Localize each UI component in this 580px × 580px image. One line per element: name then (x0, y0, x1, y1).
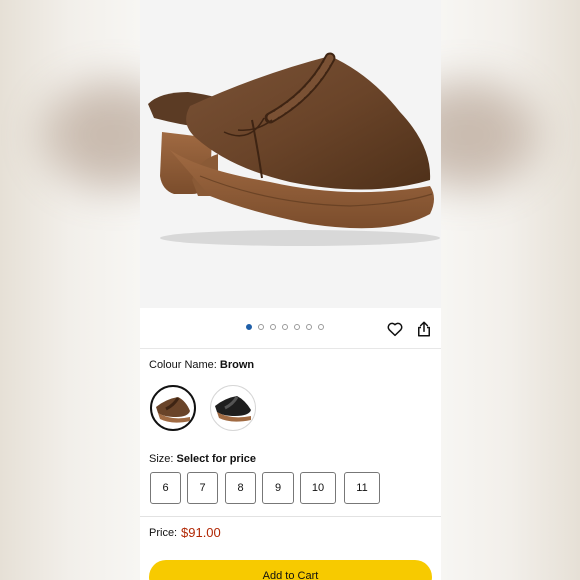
carousel-dots (246, 324, 324, 330)
black-clog-thumbnail (215, 396, 251, 422)
carousel-dot[interactable] (258, 324, 264, 330)
colour-name-label: Colour Name: Brown (149, 359, 254, 371)
colour-label-text: Colour Name: (149, 359, 217, 371)
carousel-dot[interactable] (306, 324, 312, 330)
swatch-brown[interactable] (150, 385, 196, 431)
carousel-dot[interactable] (282, 324, 288, 330)
size-option-8[interactable]: 8 (225, 472, 256, 504)
size-label: Size: Select for price (149, 453, 256, 465)
heart-icon[interactable] (386, 320, 404, 338)
size-prompt: Select for price (176, 453, 257, 465)
blurred-background-right (440, 0, 580, 580)
divider (140, 516, 441, 517)
price-value: $91.00 (181, 525, 221, 540)
swatch-black[interactable] (210, 385, 256, 431)
size-option-7[interactable]: 7 (187, 472, 218, 504)
image-carousel-bar (140, 308, 441, 349)
carousel-dot[interactable] (294, 324, 300, 330)
carousel-dot[interactable] (246, 324, 252, 330)
product-image[interactable] (140, 0, 441, 308)
add-to-cart-label: Add to Cart (262, 570, 319, 580)
share-icon[interactable] (415, 320, 433, 338)
carousel-dot[interactable] (318, 324, 324, 330)
colour-value: Brown (219, 359, 255, 371)
blurred-background-left (0, 0, 140, 580)
size-option-9[interactable]: 9 (262, 472, 294, 504)
add-to-cart-button[interactable]: Add to Cart (149, 560, 432, 580)
carousel-dot[interactable] (270, 324, 276, 330)
size-option-11[interactable]: 11 (344, 472, 380, 504)
brown-clog-image (148, 52, 440, 246)
size-label-text: Size: (149, 453, 174, 465)
size-option-10[interactable]: 10 (300, 472, 336, 504)
price-label: Price: (149, 527, 178, 539)
product-screen: Colour Name: Brown Size: Select for pric… (140, 0, 441, 580)
size-option-6[interactable]: 6 (150, 472, 181, 504)
brown-clog-thumbnail (156, 397, 190, 423)
